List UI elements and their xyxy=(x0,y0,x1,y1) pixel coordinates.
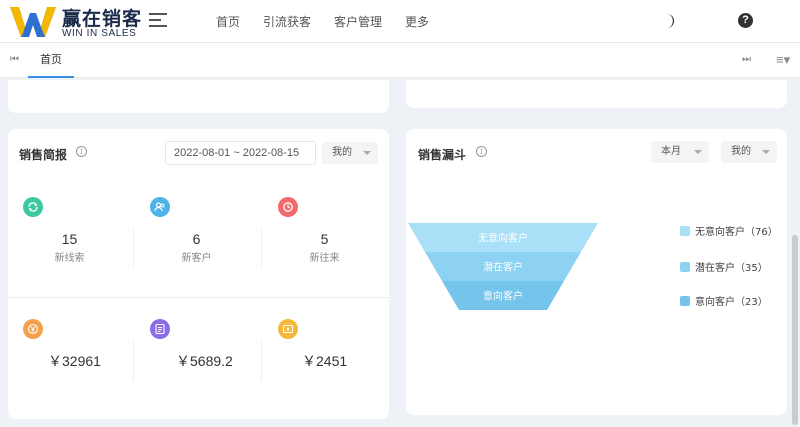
funnel-stage-label-0: 无意向客户 xyxy=(478,232,528,245)
sales-brief-card: 销售简报 i 2022-08-01 ~ 2022-08-15 我的 15 新线索… xyxy=(8,129,389,419)
sales-brief-title: 销售简报 xyxy=(19,148,68,162)
legend-swatch xyxy=(680,226,690,236)
divider xyxy=(8,297,389,298)
tab-home[interactable]: 首页 xyxy=(28,43,74,78)
top-header: 赢在销客 WIN IN SALES 首页 引流获客 客户管理 更多 ? xyxy=(0,0,800,42)
nav-item-more[interactable]: 更多 xyxy=(405,13,429,30)
card-top-left-partial xyxy=(8,80,389,113)
wallet-icon xyxy=(278,319,298,339)
funnel-stage-label-2: 意向客户 xyxy=(483,290,523,303)
moon-icon[interactable] xyxy=(662,13,676,29)
logo-mark-icon xyxy=(10,7,56,37)
stat-new-contacts-label: 新往来 xyxy=(309,253,340,264)
hamburger-menu-icon[interactable] xyxy=(149,13,167,29)
users-icon xyxy=(150,197,170,217)
sales-info-icon[interactable]: i xyxy=(76,146,87,157)
nav-item-lead-acquisition[interactable]: 引流获客 xyxy=(263,13,311,30)
stat-new-customers-label: 新客户 xyxy=(181,253,212,264)
tab-bar: ⏮ 首页 ⏭ ≡▾ xyxy=(0,42,800,78)
legend-swatch xyxy=(680,262,690,272)
legend-item-no-intent[interactable]: 无意向客户（76） xyxy=(680,223,778,238)
legend-item-intent[interactable]: 意向客户（23） xyxy=(680,293,768,308)
stat-new-contacts-value: 5 xyxy=(320,231,329,247)
sales-funnel-card: 销售漏斗 i 本月 我的 无意向客户 潜在客户 意向客户 无意向客户（76） 潜在客… xyxy=(406,129,787,415)
money-amount-2: ￥5689.2 xyxy=(176,353,233,369)
money-amount-3: ￥2451 xyxy=(302,353,348,369)
stat-new-leads-label: 新线索 xyxy=(54,253,85,264)
document-icon xyxy=(150,319,170,339)
logo-title: 赢在销客 xyxy=(62,8,143,30)
sales-owner-select-value: 我的 xyxy=(332,147,352,158)
page-scrollbar[interactable] xyxy=(792,235,798,425)
help-icon[interactable]: ? xyxy=(738,13,753,28)
stat-new-leads-value: 15 xyxy=(61,231,78,247)
tab-scroll-last-icon[interactable]: ⏭ xyxy=(742,54,751,65)
legend-label: 潜在客户（35） xyxy=(695,263,768,274)
logo-subtitle: WIN IN SALES xyxy=(62,28,137,39)
divider xyxy=(133,341,134,381)
legend-swatch xyxy=(680,296,690,306)
legend-label: 意向客户（23） xyxy=(695,297,768,308)
stat-new-customers-value: 6 xyxy=(192,231,201,247)
refresh-icon xyxy=(23,197,43,217)
card-top-right-partial xyxy=(406,80,787,108)
timer-icon xyxy=(278,197,298,217)
money-amount-1: ￥32961 xyxy=(48,353,101,369)
divider xyxy=(261,341,262,381)
nav-item-home[interactable]: 首页 xyxy=(216,13,240,30)
legend-item-potential[interactable]: 潜在客户（35） xyxy=(680,259,768,274)
tab-scroll-first-icon[interactable]: ⏮ xyxy=(10,54,19,65)
date-range-picker[interactable]: 2022-08-01 ~ 2022-08-15 xyxy=(165,141,316,165)
chevron-down-icon xyxy=(363,151,371,155)
yen-icon xyxy=(23,319,43,339)
sales-owner-select[interactable]: 我的 xyxy=(322,142,378,164)
main-nav: 首页 引流获客 客户管理 更多 xyxy=(216,13,452,30)
logo[interactable]: 赢在销客 WIN IN SALES xyxy=(10,4,143,39)
funnel-stage-label-1: 潜在客户 xyxy=(483,261,523,274)
divider xyxy=(261,229,262,267)
nav-item-customer-management[interactable]: 客户管理 xyxy=(334,13,382,30)
tab-menu-icon[interactable]: ≡▾ xyxy=(776,52,790,68)
legend-label: 无意向客户（76） xyxy=(695,227,778,238)
divider xyxy=(133,229,134,267)
